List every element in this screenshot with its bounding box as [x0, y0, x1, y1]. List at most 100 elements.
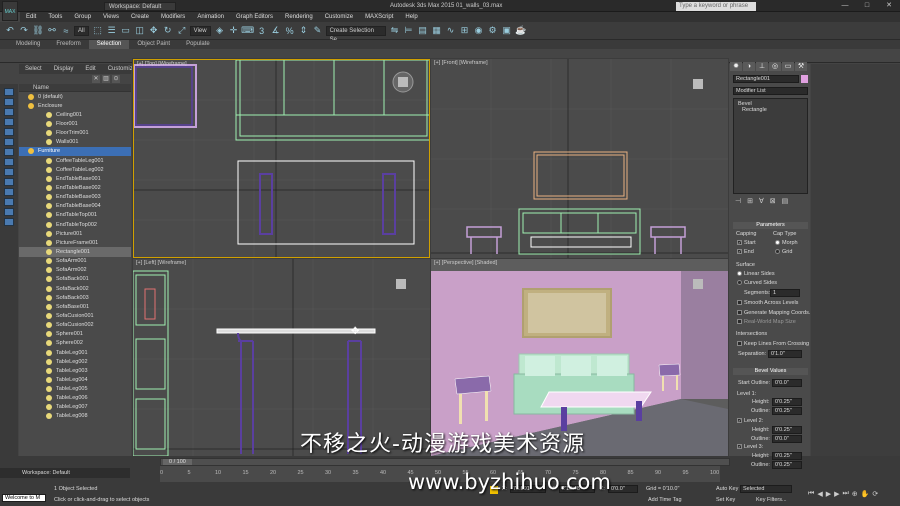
lightbulb-icon[interactable]	[46, 230, 52, 237]
scene-item[interactable]: CoffeeTableLeg001	[19, 156, 131, 165]
separation-spinner[interactable]: 0'1.0"	[768, 350, 802, 358]
search-input[interactable]: Type a keyword or phrase	[676, 2, 756, 11]
menu-customize[interactable]: Customize	[319, 12, 359, 22]
start-outline-spinner[interactable]: 0'0.0"	[772, 379, 802, 387]
lightbulb-icon[interactable]	[46, 331, 52, 338]
ribbon-tab-object-paint[interactable]: Object Paint	[129, 40, 178, 49]
pin-stack-icon[interactable]: ⊣	[735, 197, 741, 207]
lightbulb-icon[interactable]	[46, 395, 52, 402]
lightbulb-icon[interactable]	[46, 276, 52, 283]
explorer-filter-icon[interactable]	[4, 98, 14, 106]
bind-icon[interactable]: ≈	[60, 25, 72, 37]
lightbulb-icon[interactable]	[46, 349, 52, 356]
scene-item[interactable]: TableLeg006	[19, 394, 131, 403]
scene-item[interactable]: SofaArm002	[19, 266, 131, 275]
explorer-filter-icon[interactable]	[4, 198, 14, 206]
layer-explorer-icon[interactable]: ▤	[417, 25, 429, 37]
gen-mapping-checkbox[interactable]: Generate Mapping Coords.	[737, 310, 810, 316]
hierarchy-tab-icon[interactable]: ⊥	[756, 62, 768, 71]
select-manipulate-icon[interactable]: ✛	[228, 25, 240, 37]
spinner-snap-icon[interactable]: ⇕	[298, 25, 310, 37]
go-to-end-icon[interactable]: ⏭	[842, 490, 848, 498]
real-world-checkbox[interactable]: Real-World Map Size	[737, 319, 796, 325]
level3-outline-spinner[interactable]: 0'0.25"	[772, 461, 802, 469]
render-production-icon[interactable]: ☕	[515, 25, 527, 37]
motion-tab-icon[interactable]: ◎	[769, 62, 781, 71]
lightbulb-icon[interactable]	[46, 194, 52, 201]
next-frame-icon[interactable]: ▶	[834, 490, 839, 498]
pivot-icon[interactable]: ◈	[214, 25, 226, 37]
explorer-filter-icon[interactable]	[4, 88, 14, 96]
lightbulb-icon[interactable]	[46, 248, 52, 255]
lightbulb-icon[interactable]	[46, 239, 52, 246]
lightbulb-icon[interactable]	[46, 285, 52, 292]
lightbulb-icon[interactable]	[46, 166, 52, 173]
ribbon-tab-modeling[interactable]: Modeling	[8, 40, 48, 49]
level3-checkbox[interactable]: ✓ Level 3:	[737, 444, 763, 450]
scene-item[interactable]: Rectangle001	[19, 247, 131, 257]
scene-item[interactable]: 0 (default)	[19, 92, 131, 101]
explorer-filter-icon[interactable]	[4, 128, 14, 136]
explorer-menu-display[interactable]: Display	[48, 66, 80, 72]
lightbulb-icon[interactable]	[46, 130, 52, 137]
lightbulb-icon[interactable]	[46, 267, 52, 274]
unlink-icon[interactable]: ⚯	[46, 25, 58, 37]
scene-item[interactable]: Enclosure	[19, 101, 131, 110]
scene-item[interactable]: SofaCusion001	[19, 311, 131, 320]
schematic-view-icon[interactable]: ⊞	[459, 25, 471, 37]
viewport-label[interactable]: [+] [Perspective] [Shaded]	[434, 260, 497, 266]
display-tab-icon[interactable]: ▭	[782, 62, 794, 71]
scene-item[interactable]: Floor001	[19, 119, 131, 128]
scene-item[interactable]: Sphere001	[19, 330, 131, 339]
scene-item[interactable]: SofaBase001	[19, 302, 131, 311]
menu-views[interactable]: Views	[97, 12, 125, 22]
make-unique-icon[interactable]: ∀	[759, 197, 764, 207]
ribbon-tab-selection[interactable]: Selection	[88, 40, 130, 49]
z-coordinate-field[interactable]: 0'0.0"	[608, 485, 638, 493]
workspace-dropdown[interactable]: Workspace: Default	[104, 2, 176, 11]
mirror-icon[interactable]: ⇋	[389, 25, 401, 37]
select-by-name-icon[interactable]: ☰	[106, 25, 118, 37]
scene-item[interactable]: Furniture	[19, 146, 131, 156]
create-tab-icon[interactable]: ✹	[730, 62, 742, 71]
explorer-filter-icon[interactable]	[4, 208, 14, 216]
scene-item[interactable]: TableLeg001	[19, 348, 131, 357]
linear-sides-radio[interactable]: Linear Sides	[737, 271, 775, 277]
start-checkbox[interactable]: ✓ Start	[737, 240, 756, 246]
explorer-filter-icon[interactable]	[4, 108, 14, 116]
lightbulb-icon[interactable]	[46, 404, 52, 411]
workspace-footer[interactable]: Workspace: Default	[0, 468, 130, 478]
scene-item[interactable]: TableLeg004	[19, 375, 131, 384]
lightbulb-icon[interactable]	[46, 367, 52, 374]
undo-icon[interactable]: ↶	[4, 25, 16, 37]
explorer-filter-icon[interactable]	[4, 138, 14, 146]
scene-item[interactable]: EndTableBase004	[19, 202, 131, 211]
explorer-menu-edit[interactable]: Edit	[79, 66, 101, 72]
lightbulb-icon[interactable]	[46, 184, 52, 191]
layer-icon[interactable]	[28, 93, 34, 100]
lightbulb-icon[interactable]	[46, 221, 52, 228]
snap-toggle-icon[interactable]: 3	[256, 25, 268, 37]
menu-modifiers[interactable]: Modifiers	[155, 12, 191, 22]
level2-checkbox[interactable]: ✓ Level 2:	[737, 418, 763, 424]
lightbulb-icon[interactable]	[46, 386, 52, 393]
reference-coord-dropdown[interactable]: View	[189, 25, 211, 36]
stack-item-rectangle[interactable]: Rectangle	[734, 107, 807, 113]
redo-icon[interactable]: ↷	[18, 25, 30, 37]
menu-edit[interactable]: Edit	[20, 12, 42, 22]
scale-icon[interactable]: ⤢	[176, 25, 188, 37]
level3-height-spinner[interactable]: 0'0.25"	[772, 452, 802, 460]
scene-item[interactable]: Ceiling001	[19, 110, 131, 119]
configure-sets-icon[interactable]: ▤	[782, 197, 789, 207]
viewport-front[interactable]: [+] [Front] [Wireframe]	[431, 59, 728, 258]
scene-item[interactable]: EndTableBase003	[19, 193, 131, 202]
pan-icon[interactable]: ✋	[861, 490, 870, 498]
scene-item[interactable]: FloorTrim001	[19, 129, 131, 138]
add-time-tag[interactable]: Add Time Tag	[648, 497, 682, 503]
menu-graph-editors[interactable]: Graph Editors	[230, 12, 279, 22]
explorer-filter-icon[interactable]	[4, 218, 14, 226]
scene-item[interactable]: SofaBack002	[19, 284, 131, 293]
name-column-header[interactable]: Name	[19, 84, 131, 92]
material-editor-icon[interactable]: ◉	[473, 25, 485, 37]
viewport-label[interactable]: [+] [Front] [Wireframe]	[434, 60, 488, 66]
